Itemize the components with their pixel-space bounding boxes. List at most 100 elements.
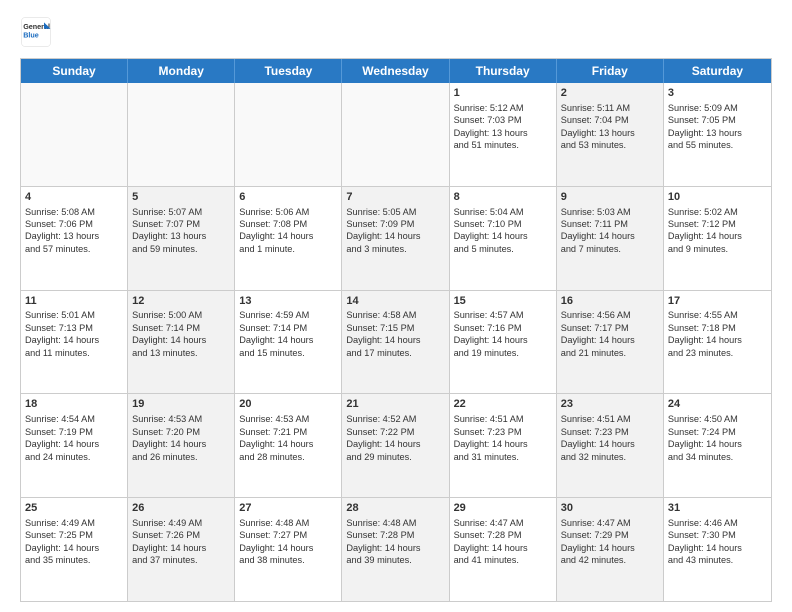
calendar-row: 25Sunrise: 4:49 AMSunset: 7:25 PMDayligh… (21, 498, 771, 601)
svg-text:Blue: Blue (23, 31, 39, 40)
day-number: 17 (668, 294, 767, 309)
day-info: Sunrise: 4:51 AM (561, 413, 659, 425)
day-info: Daylight: 13 hours (561, 127, 659, 139)
day-info: Sunrise: 4:48 AM (239, 517, 337, 529)
day-info: Sunrise: 5:05 AM (346, 206, 444, 218)
day-info: Sunrise: 4:53 AM (132, 413, 230, 425)
day-number: 13 (239, 294, 337, 309)
day-info: Sunset: 7:14 PM (239, 322, 337, 334)
day-info: Daylight: 14 hours (132, 542, 230, 554)
day-number: 26 (132, 501, 230, 516)
day-info: and 3 minutes. (346, 243, 444, 255)
day-info: Sunset: 7:18 PM (668, 322, 767, 334)
calendar-cell: 20Sunrise: 4:53 AMSunset: 7:21 PMDayligh… (235, 394, 342, 497)
day-info: Sunrise: 4:57 AM (454, 309, 552, 321)
day-info: Sunset: 7:13 PM (25, 322, 123, 334)
weekday-header: Sunday (21, 59, 128, 83)
day-info: Daylight: 14 hours (132, 438, 230, 450)
day-info: Daylight: 14 hours (561, 334, 659, 346)
day-info: Sunset: 7:19 PM (25, 426, 123, 438)
calendar-cell: 17Sunrise: 4:55 AMSunset: 7:18 PMDayligh… (664, 291, 771, 394)
day-info: Sunset: 7:23 PM (561, 426, 659, 438)
calendar-cell: 22Sunrise: 4:51 AMSunset: 7:23 PMDayligh… (450, 394, 557, 497)
calendar-cell (235, 83, 342, 186)
day-info: and 39 minutes. (346, 554, 444, 566)
day-info: Sunset: 7:03 PM (454, 114, 552, 126)
calendar-cell: 31Sunrise: 4:46 AMSunset: 7:30 PMDayligh… (664, 498, 771, 601)
weekday-header: Friday (557, 59, 664, 83)
day-info: Sunset: 7:30 PM (668, 529, 767, 541)
calendar-cell: 18Sunrise: 4:54 AMSunset: 7:19 PMDayligh… (21, 394, 128, 497)
calendar-cell: 4Sunrise: 5:08 AMSunset: 7:06 PMDaylight… (21, 187, 128, 290)
day-info: Sunrise: 4:50 AM (668, 413, 767, 425)
day-info: Daylight: 14 hours (239, 438, 337, 450)
day-info: Sunrise: 5:11 AM (561, 102, 659, 114)
day-info: Sunset: 7:15 PM (346, 322, 444, 334)
calendar: SundayMondayTuesdayWednesdayThursdayFrid… (20, 58, 772, 602)
day-info: Sunset: 7:17 PM (561, 322, 659, 334)
day-info: Daylight: 14 hours (561, 542, 659, 554)
day-info: Sunrise: 5:00 AM (132, 309, 230, 321)
day-number: 11 (25, 294, 123, 309)
day-info: and 53 minutes. (561, 139, 659, 151)
day-info: Daylight: 14 hours (454, 542, 552, 554)
day-info: Daylight: 14 hours (239, 334, 337, 346)
page: General Blue SundayMondayTuesdayWednesda… (0, 0, 792, 612)
day-info: Sunset: 7:22 PM (346, 426, 444, 438)
day-info: and 59 minutes. (132, 243, 230, 255)
day-info: Sunset: 7:07 PM (132, 218, 230, 230)
logo-icon: General Blue (20, 16, 52, 48)
day-number: 14 (346, 294, 444, 309)
weekday-header: Thursday (450, 59, 557, 83)
day-info: Daylight: 14 hours (668, 438, 767, 450)
day-info: Daylight: 14 hours (239, 542, 337, 554)
day-info: Sunrise: 5:08 AM (25, 206, 123, 218)
day-info: and 5 minutes. (454, 243, 552, 255)
day-info: Sunset: 7:25 PM (25, 529, 123, 541)
day-number: 29 (454, 501, 552, 516)
calendar-cell: 21Sunrise: 4:52 AMSunset: 7:22 PMDayligh… (342, 394, 449, 497)
day-info: and 55 minutes. (668, 139, 767, 151)
day-info: and 1 minute. (239, 243, 337, 255)
calendar-cell: 14Sunrise: 4:58 AMSunset: 7:15 PMDayligh… (342, 291, 449, 394)
calendar-cell: 29Sunrise: 4:47 AMSunset: 7:28 PMDayligh… (450, 498, 557, 601)
day-info: Sunrise: 4:58 AM (346, 309, 444, 321)
day-info: Sunset: 7:27 PM (239, 529, 337, 541)
calendar-row: 1Sunrise: 5:12 AMSunset: 7:03 PMDaylight… (21, 83, 771, 187)
day-info: Daylight: 14 hours (668, 542, 767, 554)
day-number: 3 (668, 86, 767, 101)
calendar-cell: 5Sunrise: 5:07 AMSunset: 7:07 PMDaylight… (128, 187, 235, 290)
day-info: Daylight: 14 hours (132, 334, 230, 346)
day-info: Daylight: 14 hours (346, 438, 444, 450)
day-info: Daylight: 14 hours (346, 542, 444, 554)
day-number: 25 (25, 501, 123, 516)
day-info: Daylight: 14 hours (668, 230, 767, 242)
day-info: Daylight: 14 hours (25, 542, 123, 554)
day-info: and 28 minutes. (239, 451, 337, 463)
calendar-cell: 15Sunrise: 4:57 AMSunset: 7:16 PMDayligh… (450, 291, 557, 394)
day-info: Daylight: 14 hours (561, 230, 659, 242)
day-number: 6 (239, 190, 337, 205)
calendar-cell: 16Sunrise: 4:56 AMSunset: 7:17 PMDayligh… (557, 291, 664, 394)
day-number: 2 (561, 86, 659, 101)
calendar-cell: 3Sunrise: 5:09 AMSunset: 7:05 PMDaylight… (664, 83, 771, 186)
day-info: and 9 minutes. (668, 243, 767, 255)
day-info: Sunset: 7:14 PM (132, 322, 230, 334)
day-info: Sunrise: 4:53 AM (239, 413, 337, 425)
day-info: and 31 minutes. (454, 451, 552, 463)
day-info: Daylight: 14 hours (346, 230, 444, 242)
calendar-row: 11Sunrise: 5:01 AMSunset: 7:13 PMDayligh… (21, 291, 771, 395)
day-info: and 21 minutes. (561, 347, 659, 359)
day-info: Sunrise: 5:04 AM (454, 206, 552, 218)
day-info: and 24 minutes. (25, 451, 123, 463)
calendar-cell: 2Sunrise: 5:11 AMSunset: 7:04 PMDaylight… (557, 83, 664, 186)
day-info: and 37 minutes. (132, 554, 230, 566)
day-info: Daylight: 14 hours (454, 334, 552, 346)
calendar-cell: 7Sunrise: 5:05 AMSunset: 7:09 PMDaylight… (342, 187, 449, 290)
calendar-cell: 28Sunrise: 4:48 AMSunset: 7:28 PMDayligh… (342, 498, 449, 601)
calendar-row: 4Sunrise: 5:08 AMSunset: 7:06 PMDaylight… (21, 187, 771, 291)
calendar-cell: 24Sunrise: 4:50 AMSunset: 7:24 PMDayligh… (664, 394, 771, 497)
day-info: Sunset: 7:04 PM (561, 114, 659, 126)
calendar-cell: 10Sunrise: 5:02 AMSunset: 7:12 PMDayligh… (664, 187, 771, 290)
day-info: and 38 minutes. (239, 554, 337, 566)
